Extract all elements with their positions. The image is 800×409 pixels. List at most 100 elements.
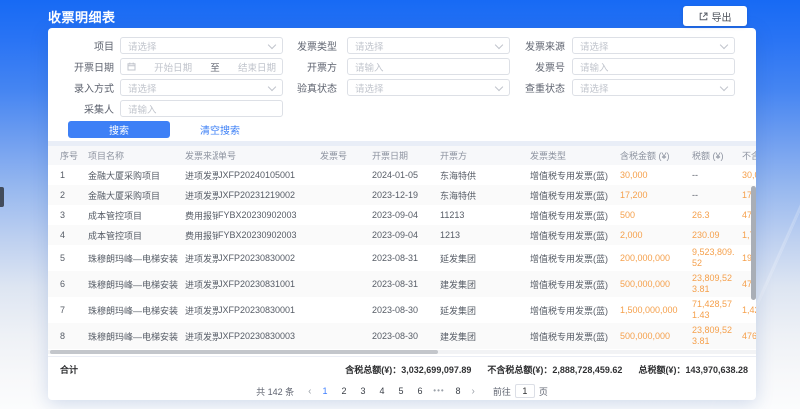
goto-page-input[interactable]: 1 bbox=[515, 384, 535, 398]
verify-status-select[interactable]: 请选择 bbox=[347, 79, 510, 96]
pagination: 共 142 条 ‹ 123456•••8 › 前往 1 页 bbox=[48, 381, 756, 400]
page-ellipsis: ••• bbox=[432, 386, 447, 396]
table-cell: 26.3 bbox=[692, 205, 742, 225]
next-page-arrow[interactable]: › bbox=[472, 386, 475, 397]
end-date-placeholder: 结束日期 bbox=[238, 60, 276, 74]
filter-label-invoice-date: 开票日期 bbox=[48, 59, 114, 74]
export-label: 导出 bbox=[712, 9, 732, 24]
table-cell: 2023-09-04 bbox=[372, 225, 440, 245]
column-header: 序号 bbox=[48, 146, 88, 165]
calendar-icon bbox=[127, 62, 136, 71]
invoice-detail-window: 项目 请选择 发票类型 请选择 发票来源 请选择 开票日期 开始日期 bbox=[48, 28, 756, 400]
table-cell: 4 bbox=[48, 225, 88, 245]
table-cell: 珠穆朗玛峰—电梯安装 bbox=[88, 323, 185, 349]
table-cell: 费用报销 bbox=[185, 225, 218, 245]
page-number[interactable]: 2 bbox=[337, 386, 352, 396]
table-cell bbox=[320, 271, 372, 297]
start-date-placeholder: 开始日期 bbox=[154, 60, 192, 74]
table-cell: 17,200 bbox=[620, 185, 692, 205]
issuer-input[interactable]: 请输入 bbox=[347, 58, 510, 75]
table-cell: 珠穆朗玛峰—电梯安装 bbox=[88, 271, 185, 297]
entry-method-select[interactable]: 请选择 bbox=[120, 79, 283, 96]
table-cell: 200,000,000 bbox=[620, 245, 692, 271]
table-cell: 东海特供 bbox=[440, 185, 530, 205]
horizontal-scrollbar bbox=[48, 350, 756, 354]
table-cell: 增值税专用发票(蓝) bbox=[530, 297, 620, 323]
table-cell: 金融大厦采购项目 bbox=[88, 165, 185, 185]
page-unit-label: 页 bbox=[539, 385, 548, 398]
table-cell: 500,000,000 bbox=[620, 271, 692, 297]
summary-row: 合计 含税总额(¥)：3,032,699,097.89 不含税总额(¥)：2,8… bbox=[48, 356, 756, 381]
invoice-no-input[interactable]: 请输入 bbox=[572, 58, 735, 75]
table-cell: 2023-09-04 bbox=[372, 205, 440, 225]
table-header-row: 序号项目名称发票来源单号发票号开票日期开票方发票类型含税金额 (¥)税额 (¥)… bbox=[48, 146, 756, 165]
table-cell bbox=[320, 205, 372, 225]
table-cell bbox=[320, 297, 372, 323]
table-cell: 东海特供 bbox=[440, 165, 530, 185]
filter-label-dup-check-status: 查重状态 bbox=[510, 80, 565, 95]
table-cell bbox=[320, 225, 372, 245]
page-number[interactable]: 4 bbox=[375, 386, 390, 396]
table-cell: JXFP20230831001 bbox=[218, 271, 320, 297]
table-cell: 2023-08-31 bbox=[372, 245, 440, 271]
horizontal-scrollbar-thumb[interactable] bbox=[50, 350, 438, 354]
chevron-down-icon bbox=[495, 40, 503, 48]
table-cell: 30,000 bbox=[620, 165, 692, 185]
table-cell: 2023-08-30 bbox=[372, 323, 440, 349]
filter-panel: 项目 请选择 发票类型 请选择 发票来源 请选择 开票日期 开始日期 bbox=[48, 28, 756, 138]
filter-label-project: 项目 bbox=[48, 38, 114, 53]
table-cell: 2,000 bbox=[620, 225, 692, 245]
invoice-source-select[interactable]: 请选择 bbox=[572, 37, 735, 54]
invoice-date-range-picker[interactable]: 开始日期 至 结束日期 bbox=[120, 58, 283, 75]
table-cell: 珠穆朗玛峰—电梯安装 bbox=[88, 245, 185, 271]
filter-label-entry-method: 录入方式 bbox=[48, 80, 114, 95]
prev-page-arrow[interactable]: ‹ bbox=[308, 386, 311, 397]
table-cell: 8 bbox=[48, 323, 88, 349]
goto-label: 前往 bbox=[493, 385, 511, 398]
page-title: 收票明细表 bbox=[48, 7, 116, 26]
table-cell bbox=[320, 185, 372, 205]
page-number[interactable]: 1 bbox=[318, 386, 333, 396]
dup-check-status-select[interactable]: 请选择 bbox=[572, 79, 735, 96]
table-cell: 5 bbox=[48, 245, 88, 271]
invoice-type-select[interactable]: 请选择 bbox=[347, 37, 510, 54]
vertical-scrollbar-thumb[interactable] bbox=[751, 186, 756, 300]
page-number[interactable]: 6 bbox=[413, 386, 428, 396]
page-number[interactable]: 5 bbox=[394, 386, 409, 396]
table-row: 7珠穆朗玛峰—电梯安装进项发票JXFP202308300012023-08-30… bbox=[48, 297, 756, 323]
table-cell: 2023-12-19 bbox=[372, 185, 440, 205]
page-number[interactable]: 3 bbox=[356, 386, 371, 396]
date-separator: 至 bbox=[210, 60, 220, 74]
table-cell: 2024-01-05 bbox=[372, 165, 440, 185]
filter-label-issuer: 开票方 bbox=[283, 59, 337, 74]
collector-input[interactable]: 请输入 bbox=[120, 100, 283, 117]
chevron-down-icon bbox=[720, 82, 728, 90]
side-dock-handle[interactable] bbox=[0, 187, 4, 207]
export-button[interactable]: 导出 bbox=[683, 6, 747, 26]
filter-label-invoice-no: 发票号 bbox=[510, 59, 565, 74]
summary-total-label: 合计 bbox=[48, 363, 78, 376]
table-cell: FYBX20230902003 bbox=[218, 225, 320, 245]
filter-label-invoice-type: 发票类型 bbox=[283, 38, 337, 53]
column-header: 发票号 bbox=[320, 146, 372, 165]
table-cell: 延发集团 bbox=[440, 245, 530, 271]
clear-search-button[interactable]: 清空搜索 bbox=[200, 122, 240, 137]
page-number[interactable]: 8 bbox=[451, 386, 466, 396]
table-cell: 增值税专用发票(蓝) bbox=[530, 185, 620, 205]
search-button[interactable]: 搜索 bbox=[68, 121, 170, 138]
project-select[interactable]: 请选择 bbox=[120, 37, 283, 54]
table-cell: 7 bbox=[48, 297, 88, 323]
table-cell: 增值税专用发票(蓝) bbox=[530, 205, 620, 225]
table-cell: 1,500,000,000 bbox=[620, 297, 692, 323]
filter-label-collector: 采集人 bbox=[48, 101, 114, 116]
table-cell: 1 bbox=[48, 165, 88, 185]
table-cell: 2023-08-30 bbox=[372, 297, 440, 323]
filter-label-invoice-source: 发票来源 bbox=[510, 38, 565, 53]
table-cell: 珠穆朗玛峰—电梯安装 bbox=[88, 297, 185, 323]
table-cell: 增值税专用发票(蓝) bbox=[530, 245, 620, 271]
table-cell: 延发集团 bbox=[440, 297, 530, 323]
column-header: 开票日期 bbox=[372, 146, 440, 165]
pagination-total: 共 142 条 bbox=[256, 385, 294, 398]
table-cell: JXFP20230830001 bbox=[218, 297, 320, 323]
table-cell: 进项发票 bbox=[185, 323, 218, 349]
